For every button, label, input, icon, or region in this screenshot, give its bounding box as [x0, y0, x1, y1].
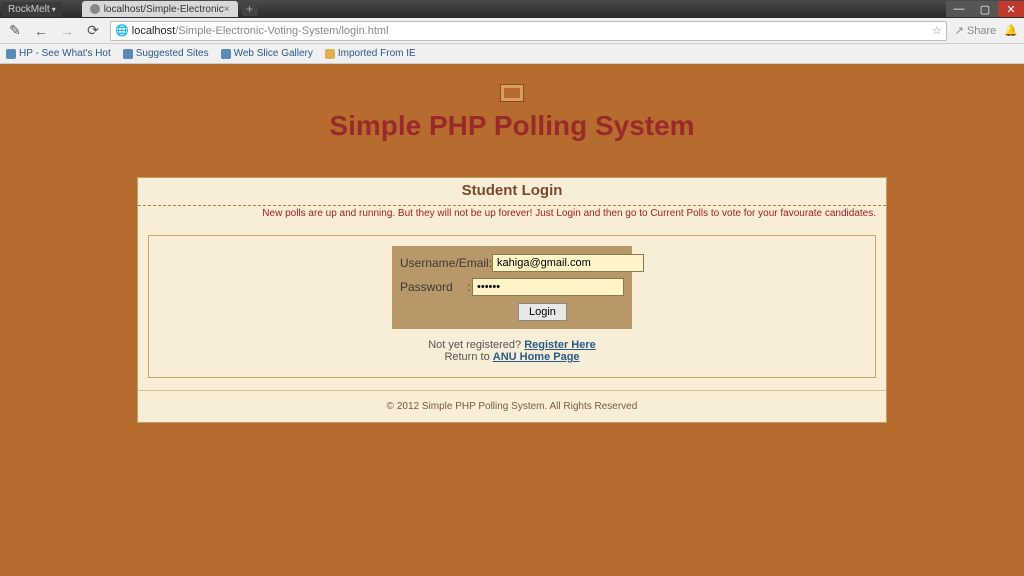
bookmark-icon [6, 49, 16, 59]
close-window-button[interactable]: ✕ [998, 1, 1024, 17]
page-content: Simple PHP Polling System Student Login … [0, 84, 1024, 423]
page-title: Simple PHP Polling System [0, 110, 1024, 142]
browser-menu-button[interactable]: RockMelt [2, 2, 62, 17]
minimize-button[interactable]: — [946, 1, 972, 17]
window-titlebar: RockMelt localhost/Simple-Electronic × +… [0, 0, 1024, 18]
tab-favicon [90, 4, 100, 14]
register-link[interactable]: Register Here [524, 339, 596, 351]
tab-title: localhost/Simple-Electronic [104, 4, 224, 15]
reload-button[interactable]: ⟳ [84, 22, 102, 40]
new-tab-button[interactable]: + [242, 2, 258, 16]
notice-text: New polls are up and running. But they w… [138, 206, 886, 225]
username-input[interactable] [492, 254, 644, 272]
bookmark-icon [221, 49, 231, 59]
home-link[interactable]: ANU Home Page [493, 351, 580, 363]
window-controls: — ▢ ✕ [946, 1, 1024, 17]
back-button[interactable]: ← [32, 22, 50, 40]
tab-close-button[interactable]: × [224, 4, 230, 15]
bookmark-item[interactable]: Suggested Sites [123, 48, 209, 59]
login-panel: Student Login New polls are up and runni… [137, 177, 887, 423]
notifications-icon[interactable]: 🔔 [1004, 24, 1018, 37]
username-label: Username/Email [400, 256, 489, 270]
login-form-box: Username/Email : Password : Login Not ye… [148, 235, 876, 378]
edit-icon[interactable]: ✎ [6, 22, 24, 40]
login-button[interactable]: Login [518, 303, 567, 321]
register-links: Not yet registered? Register Here Return… [149, 339, 875, 363]
login-form: Username/Email : Password : Login [392, 246, 632, 329]
url-host: localhost [132, 25, 175, 37]
forward-button[interactable]: → [58, 22, 76, 40]
bookmark-item[interactable]: Web Slice Gallery [221, 48, 313, 59]
footer-text: © 2012 Simple PHP Polling System. All Ri… [138, 390, 886, 422]
maximize-button[interactable]: ▢ [972, 1, 998, 17]
broken-image-icon [500, 84, 524, 102]
globe-icon: 🌐 [115, 24, 129, 37]
panel-title: Student Login [148, 182, 876, 199]
bookmark-item[interactable]: HP - See What's Hot [6, 48, 111, 59]
bookmarks-bar: HP - See What's Hot Suggested Sites Web … [0, 44, 1024, 64]
address-bar[interactable]: 🌐 localhost/Simple-Electronic-Voting-Sys… [110, 21, 947, 41]
password-label: Password [400, 280, 467, 294]
password-input[interactable] [472, 278, 624, 296]
browser-toolbar: ✎ ← → ⟳ 🌐 localhost/Simple-Electronic-Vo… [0, 18, 1024, 44]
url-path: /Simple-Electronic-Voting-System/login.h… [175, 25, 388, 37]
folder-icon [325, 49, 335, 59]
browser-tab[interactable]: localhost/Simple-Electronic × [82, 1, 238, 17]
bookmark-item[interactable]: Imported From IE [325, 48, 416, 59]
star-icon[interactable]: ☆ [932, 24, 942, 37]
share-button[interactable]: ↗ Share [955, 24, 997, 37]
bookmark-icon [123, 49, 133, 59]
